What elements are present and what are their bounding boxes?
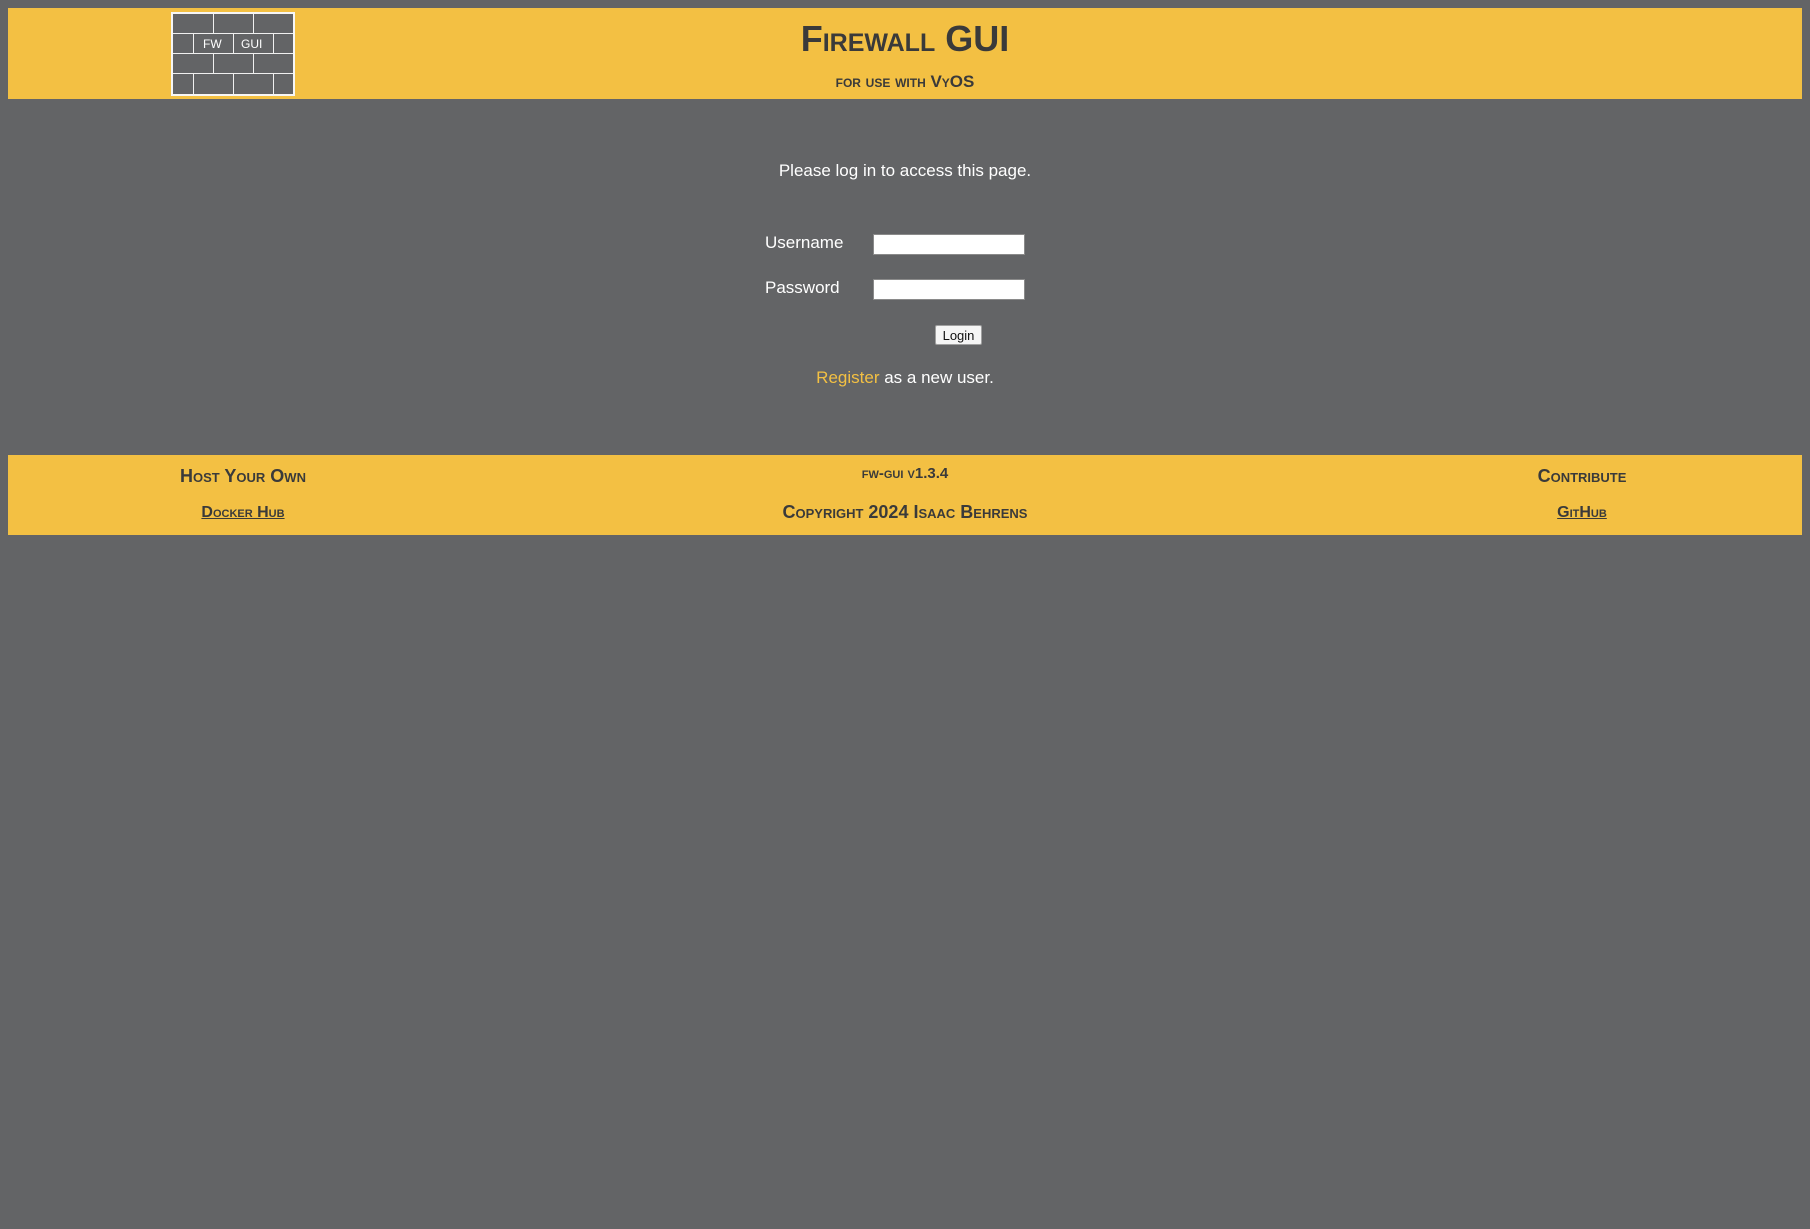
page-subtitle: for use with VyOS	[835, 72, 975, 91]
version-text: fw-gui v1.3.4	[861, 465, 949, 482]
copyright-text: Copyright 2024 Isaac Behrens	[782, 502, 1028, 522]
login-required-message: Please log in to access this page.	[778, 161, 1032, 180]
register-suffix-text: as a new user.	[879, 368, 994, 387]
register-link[interactable]: Register	[816, 368, 879, 387]
username-label: Username	[765, 233, 844, 252]
login-button[interactable]: Login	[935, 325, 982, 345]
username-field[interactable]	[873, 234, 1025, 255]
password-label: Password	[765, 278, 840, 297]
site-header: FW GUI Firewall GUI for use with VyOS	[8, 8, 1802, 99]
github-link[interactable]: GitHub	[1382, 504, 1782, 522]
contribute-heading: Contribute	[1537, 466, 1627, 486]
docker-hub-link[interactable]: Docker Hub	[43, 504, 443, 522]
site-footer: Host Your Own Docker Hub fw-gui v1.3.4 C…	[8, 455, 1802, 535]
password-field[interactable]	[873, 279, 1025, 300]
host-your-own-heading: Host Your Own	[180, 466, 306, 486]
page-title: Firewall GUI	[800, 18, 1010, 59]
register-prompt: Register as a new user.	[0, 368, 1810, 388]
